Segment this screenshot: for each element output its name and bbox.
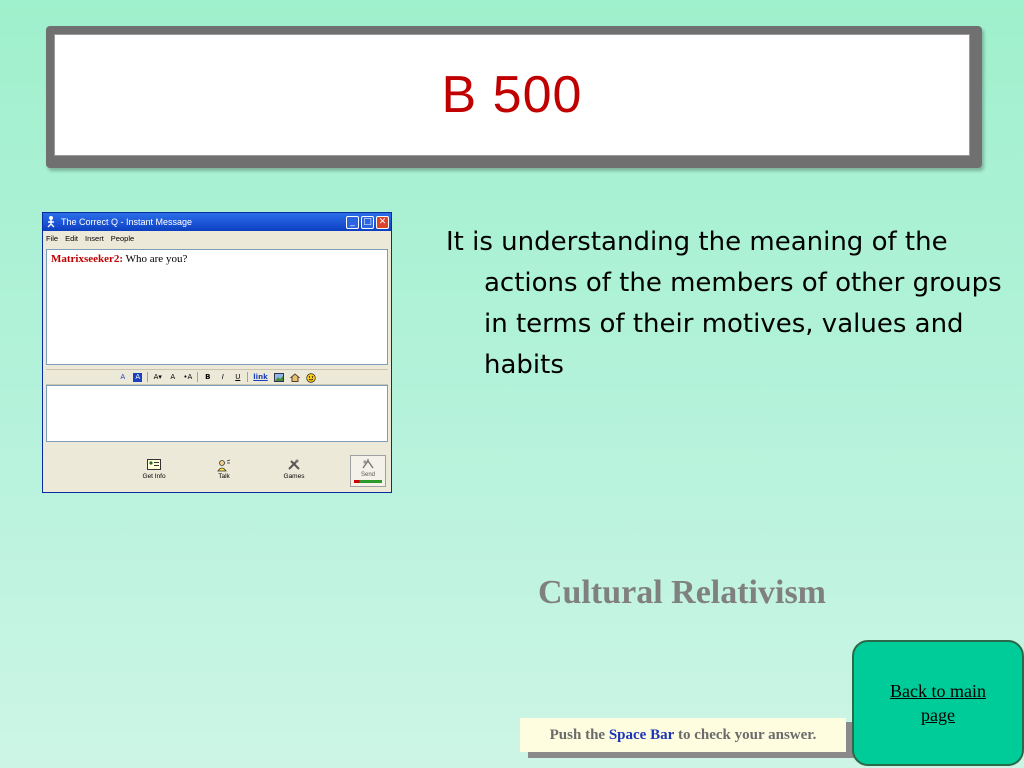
insert-link-icon[interactable]: link [253, 373, 267, 382]
toolbar-divider [197, 372, 199, 382]
message-compose-input[interactable] [46, 385, 388, 442]
menu-edit[interactable]: Edit [65, 234, 78, 243]
info-card-icon [134, 459, 174, 473]
chat-message: Who are you? [123, 253, 188, 265]
insert-image-icon[interactable] [273, 372, 284, 382]
text-color-icon[interactable]: A [118, 373, 127, 382]
send-label: Send [360, 472, 375, 478]
slide-title: B 500 [441, 66, 583, 124]
underline-icon[interactable]: U [233, 373, 242, 382]
bold-icon[interactable]: B [203, 373, 212, 382]
close-button[interactable]: ✕ [376, 215, 389, 229]
games-button[interactable]: Games [274, 459, 314, 480]
im-action-bar: Get Info Talk Games Send [46, 453, 388, 489]
font-size-up-icon[interactable]: •A [183, 373, 192, 382]
title-box: B 500 [54, 34, 970, 156]
minimize-button[interactable]: _ [346, 215, 359, 229]
talk-label: Talk [218, 473, 230, 480]
talk-icon [204, 459, 244, 473]
toolbar-divider [147, 372, 149, 382]
menu-people[interactable]: People [111, 234, 134, 243]
send-warning-meter [354, 480, 382, 483]
hint-suffix: to check your answer. [678, 726, 817, 743]
space-bar-hint: Push the Space Bar to check your answer. [520, 718, 846, 752]
italic-icon[interactable]: I [218, 373, 227, 382]
menu-insert[interactable]: Insert [85, 234, 104, 243]
im-window-title: The Correct Q - Instant Message [61, 217, 193, 227]
question-text: It is understanding the meaning of the a… [446, 227, 1002, 380]
aim-running-man-icon [45, 216, 57, 228]
back-to-main-button[interactable]: Back to main page [852, 640, 1024, 766]
hint-key: Space Bar [608, 726, 675, 743]
games-label: Games [283, 473, 305, 480]
chat-sender-name: Matrixseeker2: [51, 253, 124, 265]
answer-text: Cultural Relativism [537, 574, 827, 611]
toolbar-divider [247, 372, 249, 382]
im-menubar: File Edit Insert People [43, 231, 391, 245]
background-color-icon[interactable]: A [133, 372, 143, 382]
title-frame: B 500 [46, 26, 982, 168]
font-size-down-icon[interactable]: A▾ [153, 373, 162, 382]
smiley-icon[interactable] [306, 372, 316, 383]
send-icon [351, 458, 385, 472]
back-to-main-link[interactable]: Back to main page [878, 679, 998, 727]
get-info-button[interactable]: Get Info [134, 459, 174, 480]
format-toolbar: A A A▾ A •A B I U link [46, 369, 388, 385]
insert-home-icon[interactable] [289, 372, 301, 382]
im-titlebar: The Correct Q - Instant Message _ □ ✕ [43, 213, 391, 231]
menu-file[interactable]: File [46, 234, 58, 243]
send-button[interactable]: Send [350, 455, 386, 487]
font-normal-icon[interactable]: A [168, 373, 177, 382]
talk-button[interactable]: Talk [204, 459, 244, 480]
get-info-label: Get Info [142, 473, 166, 480]
maximize-button[interactable]: □ [361, 215, 374, 229]
games-icon [274, 459, 314, 473]
instant-message-window: The Correct Q - Instant Message _ □ ✕ Fi… [42, 212, 392, 493]
chat-history[interactable]: Matrixseeker2: Who are you? [46, 249, 388, 365]
hint-prefix: Push the [549, 726, 606, 743]
